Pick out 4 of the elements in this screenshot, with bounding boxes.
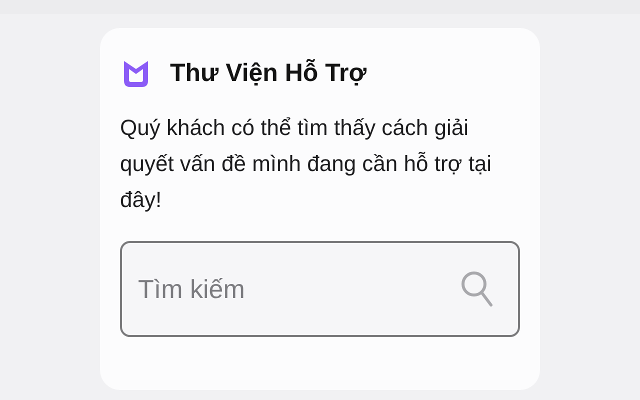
card-title: Thư Viện Hỗ Trợ	[170, 58, 367, 90]
description-text: Quý khách có thể tìm thấy cách giải quyết vấn đề mình đang cần hỗ trợ tại đây!	[120, 114, 493, 214]
search-icon	[460, 269, 494, 309]
search-field[interactable]: Tìm kiếm	[120, 241, 520, 337]
